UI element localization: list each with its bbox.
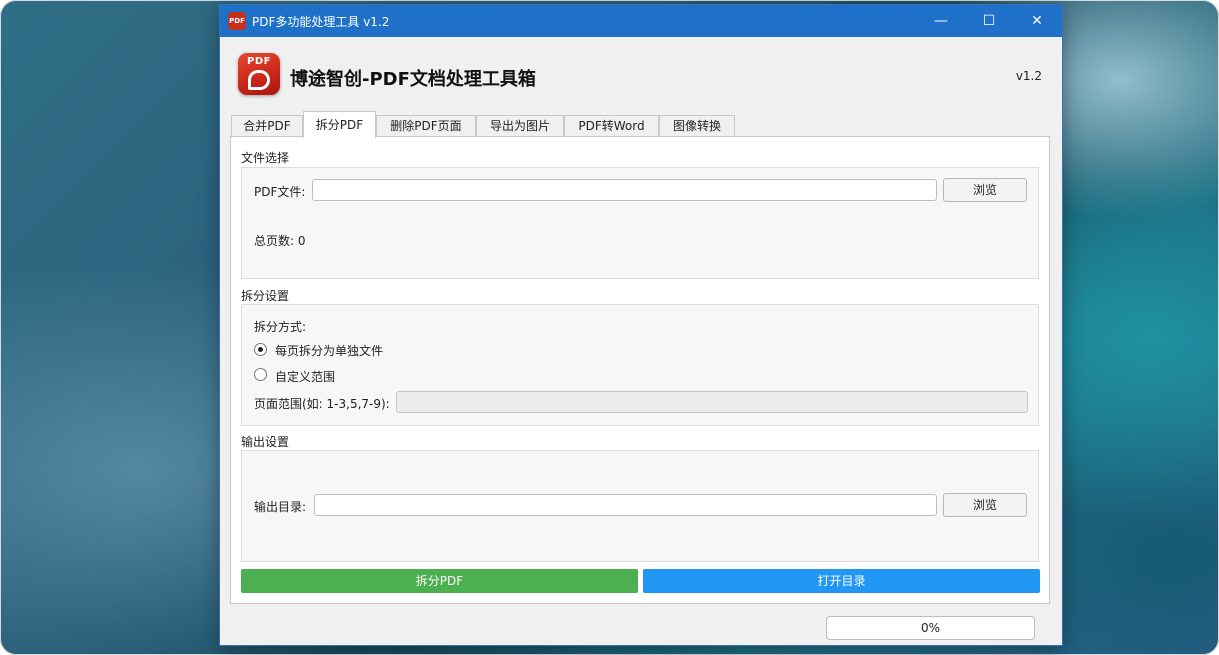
window-title: PDF多功能处理工具 v1.2 [252,15,390,29]
output-group: 输出目录: 浏览 [241,450,1039,562]
split-section-title: 拆分设置 [241,289,290,303]
browse-output-button[interactable]: 浏览 [943,493,1027,517]
total-pages-caption: 总页数: [254,234,295,248]
title-bar[interactable]: PDF PDF多功能处理工具 v1.2 — ☐ ✕ [220,5,1062,37]
progress-text: 0% [920,621,941,635]
tab-pdf-to-word[interactable]: PDF转Word [564,115,659,137]
progress-bar: 0% [826,616,1035,640]
logo-glyph [248,70,270,90]
tab-export-images[interactable]: 导出为图片 [476,115,564,137]
split-group: 拆分方式: 每页拆分为单独文件 自定义范围 页面范围(如: 1-3,5,7-9)… [241,304,1039,426]
split-mode-label: 拆分方式: [254,320,307,334]
radio-per-page[interactable] [254,343,267,356]
app-pdf-icon: PDF [228,12,246,30]
minimize-button[interactable]: — [918,5,964,37]
close-button[interactable]: ✕ [1014,5,1060,37]
maximize-button[interactable]: ☐ [966,5,1012,37]
app-heading: 博途智创-PDF文档处理工具箱 [290,69,536,90]
total-pages-value: 0 [297,234,306,248]
app-header: PDF 博途智创-PDF文档处理工具箱 v1.2 [220,37,1062,109]
split-pdf-panel: 文件选择 PDF文件: 浏览 总页数: 0 拆分设置 拆分方式: 每页拆分为单独… [230,136,1050,604]
tab-merge-pdf[interactable]: 合并PDF [231,115,303,137]
pdf-file-label: PDF文件: [254,185,306,199]
open-directory-button[interactable]: 打开目录 [643,569,1040,593]
pdf-file-input[interactable] [312,179,937,201]
file-section-title: 文件选择 [241,151,290,165]
app-window: PDF PDF多功能处理工具 v1.2 — ☐ ✕ PDF 博途智创-PDF文档… [219,4,1063,646]
output-dir-label: 输出目录: [254,500,307,514]
tab-image-convert[interactable]: 图像转换 [659,115,735,137]
radio-custom-range[interactable] [254,368,267,381]
radio-custom-range-label[interactable]: 自定义范围 [275,368,335,385]
tab-delete-pages[interactable]: 删除PDF页面 [376,115,476,137]
page-range-input[interactable] [396,391,1028,413]
total-pages-label: 总页数: 0 [254,232,306,249]
page-range-label: 页面范围(如: 1-3,5,7-9): [254,397,390,411]
split-pdf-button[interactable]: 拆分PDF [241,569,638,593]
logo-text: PDF [247,56,271,67]
radio-selected-dot [258,347,263,352]
radio-per-page-label[interactable]: 每页拆分为单独文件 [275,342,383,359]
output-section-title: 输出设置 [241,435,290,449]
tab-split-pdf[interactable]: 拆分PDF [303,111,376,138]
output-dir-input[interactable] [314,494,937,516]
version-label: v1.2 [1015,69,1042,83]
pdf-logo-icon: PDF [238,53,280,95]
file-group: PDF文件: 浏览 总页数: 0 [241,167,1039,279]
browse-pdf-button[interactable]: 浏览 [943,178,1027,202]
